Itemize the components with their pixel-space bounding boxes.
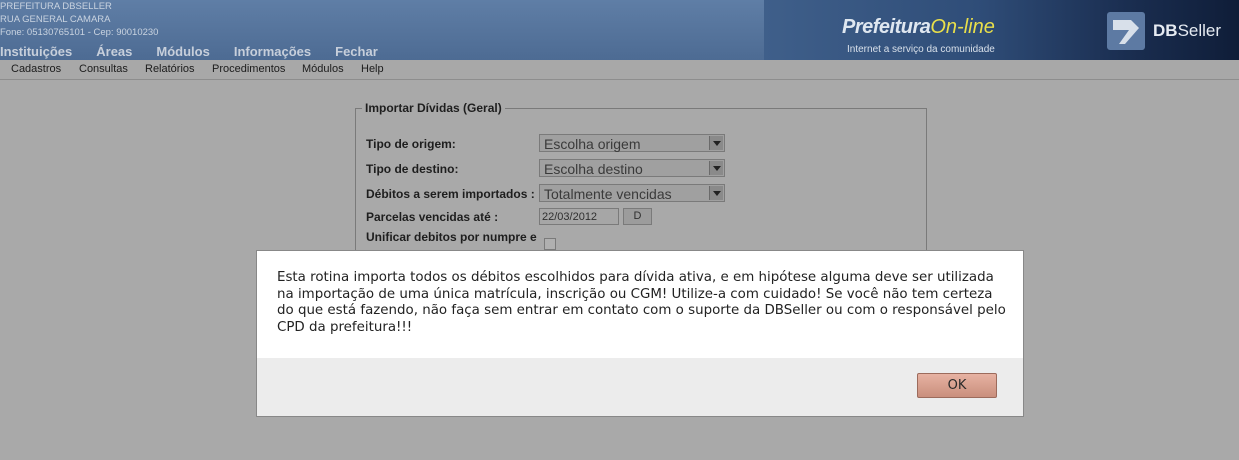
- nav-instituicoes[interactable]: Instituições: [0, 44, 72, 59]
- parcelas-label: Parcelas vencidas até :: [366, 210, 499, 224]
- brand-seller: Seller: [1177, 21, 1222, 40]
- brand-db: DB: [1153, 21, 1178, 40]
- nav-fechar[interactable]: Fechar: [335, 44, 378, 59]
- logo-part2: On-line: [930, 16, 995, 38]
- menu-consultas[interactable]: Consultas: [79, 63, 128, 75]
- dbseller-wordmark: DBSeller: [1153, 21, 1221, 41]
- nav-modulos[interactable]: Módulos: [156, 44, 209, 59]
- chevron-down-icon: [709, 136, 723, 150]
- tipo-origem-label: Tipo de origem:: [366, 137, 456, 151]
- logo-part1: Prefeitura: [842, 16, 931, 38]
- dialog-message: Esta rotina importa todos os débitos esc…: [277, 270, 1006, 335]
- top-navigation: Instituições Áreas Módulos Informações F…: [0, 44, 402, 59]
- debitos-label: Débitos a serem importados :: [366, 187, 535, 201]
- app-header: PREFEITURA DBSELLER RUA GENERAL CAMARA F…: [0, 0, 1239, 60]
- prefeitura-online-logo: PrefeituraOn-line: [842, 16, 995, 39]
- unificar-label: Unificar debitos por numpre e: [366, 230, 537, 244]
- ok-button[interactable]: OK: [917, 373, 997, 398]
- unificar-checkbox[interactable]: [544, 238, 556, 250]
- dbseller-mark-icon: [1107, 12, 1145, 50]
- organization-info: PREFEITURA DBSELLER RUA GENERAL CAMARA F…: [0, 0, 158, 39]
- tipo-origem-value: Escolha origem: [544, 136, 641, 152]
- dialog-footer: OK: [257, 358, 1023, 416]
- nav-informacoes[interactable]: Informações: [234, 44, 311, 59]
- parcelas-date-input[interactable]: 22/03/2012: [539, 208, 619, 225]
- logo-tagline: Internet a serviço da comunidade: [847, 44, 995, 55]
- chevron-down-icon: [709, 161, 723, 175]
- org-contact: Fone: 05130765101 - Cep: 90010230: [0, 27, 159, 38]
- menu-cadastros[interactable]: Cadastros: [11, 63, 61, 75]
- debitos-select[interactable]: Totalmente vencidas: [539, 184, 725, 202]
- menu-relatorios[interactable]: Relatórios: [145, 63, 195, 75]
- date-picker-button[interactable]: D: [623, 208, 652, 225]
- menu-help[interactable]: Help: [361, 63, 384, 75]
- org-name: PREFEITURA DBSELLER: [0, 1, 112, 12]
- menu-bar: Cadastros Consultas Relatórios Procedime…: [0, 60, 1239, 80]
- org-address: RUA GENERAL CAMARA: [0, 14, 111, 25]
- tipo-origem-select[interactable]: Escolha origem: [539, 134, 725, 152]
- tipo-destino-value: Escolha destino: [544, 161, 643, 177]
- chevron-down-icon: [709, 186, 723, 200]
- tipo-destino-select[interactable]: Escolha destino: [539, 159, 725, 177]
- warning-dialog: Esta rotina importa todos os débitos esc…: [256, 250, 1024, 417]
- tipo-destino-label: Tipo de destino:: [366, 162, 459, 176]
- menu-modulos[interactable]: Módulos: [302, 63, 344, 75]
- nav-areas[interactable]: Áreas: [96, 44, 132, 59]
- debitos-value: Totalmente vencidas: [544, 186, 672, 202]
- form-legend: Importar Dívidas (Geral): [362, 101, 505, 115]
- dbseller-logo: DBSeller: [1105, 10, 1221, 52]
- menu-procedimentos[interactable]: Procedimentos: [212, 63, 285, 75]
